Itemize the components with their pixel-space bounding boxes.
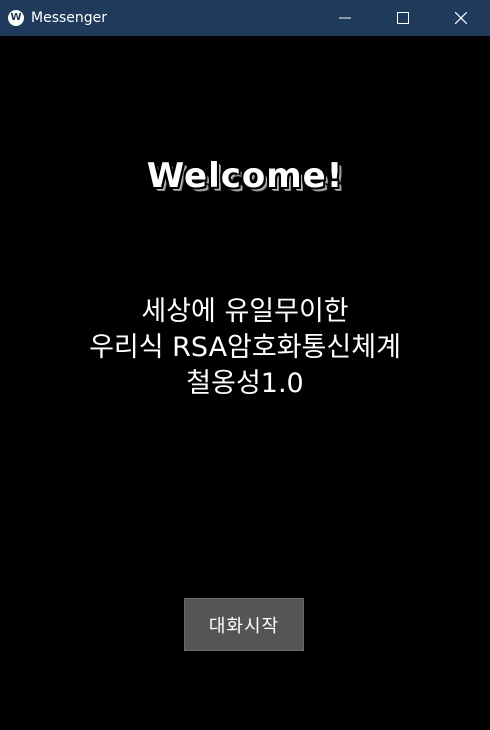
maximize-button[interactable] [374,0,432,36]
app-icon-glyph: W [10,12,22,23]
description-line-2: 우리식 RSA암호화통신체계 [89,332,401,363]
messenger-w-icon: W [8,10,24,26]
close-icon [455,12,467,24]
minimize-icon [339,17,351,19]
window-title: Messenger [31,10,108,26]
description-line-3: 철옹성1.0 [186,368,304,399]
description-line-1: 세상에 유일무이한 [141,296,349,327]
messenger-window: W Messenger Welcome! 세상에 유일무이한 우리식 RSA암호… [0,0,490,730]
close-button[interactable] [432,0,490,36]
start-chat-button[interactable]: 대화시작 [184,598,304,651]
minimize-button[interactable] [316,0,374,36]
app-description: 세상에 유일무이한 우리식 RSA암호화통신체계 철옹성1.0 [0,294,490,402]
window-controls [316,0,490,36]
title-bar[interactable]: W Messenger [0,0,490,36]
welcome-heading: Welcome! [146,156,344,196]
maximize-icon [397,12,409,24]
